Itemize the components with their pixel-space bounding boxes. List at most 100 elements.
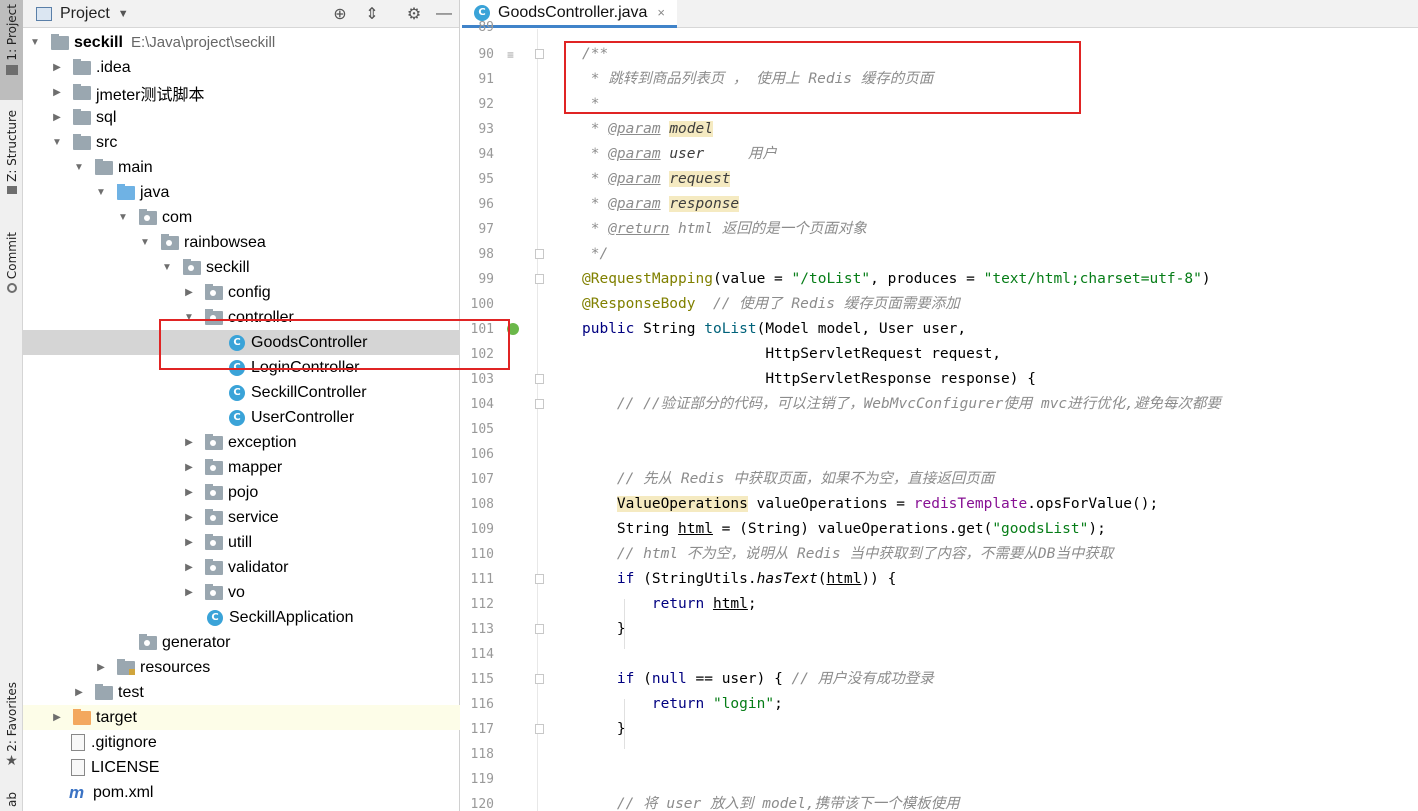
tree-node-com[interactable]: ▼ com (23, 205, 460, 230)
tree-node-exception[interactable]: ▶ exception (23, 430, 460, 455)
expanded-arrow-icon[interactable]: ▼ (161, 262, 173, 273)
fold-marker-icon[interactable] (535, 399, 544, 409)
file-icon (71, 734, 85, 751)
tree-node-label: controller (228, 308, 294, 326)
collapsed-arrow-icon[interactable]: ▶ (73, 687, 85, 698)
package-icon (205, 308, 223, 325)
code-line: // 将 user 放入到 model,携带该下一个模板使用 (582, 796, 960, 811)
tree-node-label: UserController (251, 408, 355, 426)
fold-marker-icon[interactable] (535, 249, 544, 259)
fold-marker-icon[interactable] (535, 574, 544, 584)
tree-node-idea[interactable]: ▶ .idea (23, 55, 460, 80)
collapsed-arrow-icon[interactable]: ▶ (183, 512, 195, 523)
documentation-icon[interactable]: ≡ (507, 49, 519, 61)
fold-marker-icon[interactable] (535, 624, 544, 634)
tree-node-license[interactable]: LICENSE (23, 755, 460, 780)
locate-icon[interactable]: ⊕ (330, 4, 350, 24)
tree-node-pom[interactable]: m pom.xml (23, 780, 460, 805)
tree-node-mapper[interactable]: ▶ mapper (23, 455, 460, 480)
tree-node-seckill-pkg[interactable]: ▼ seckill (23, 255, 460, 280)
expanded-arrow-icon[interactable]: ▼ (73, 162, 85, 173)
collapsed-arrow-icon[interactable]: ▶ (183, 287, 195, 298)
line-gutter: 89 90 91 92 93 94 95 96 97 98 99 100 101… (462, 20, 544, 811)
collapsed-arrow-icon[interactable]: ▶ (51, 87, 63, 98)
tree-node-service[interactable]: ▶ service (23, 505, 460, 530)
folder-icon (73, 133, 91, 150)
collapsed-arrow-icon[interactable]: ▶ (183, 487, 195, 498)
expanded-arrow-icon[interactable]: ▼ (139, 237, 151, 248)
fold-marker-icon[interactable] (535, 274, 544, 284)
chevron-down-icon[interactable]: ▼ (118, 8, 129, 20)
expanded-arrow-icon[interactable]: ▼ (183, 312, 195, 323)
tree-node-rainbowsea[interactable]: ▼ rainbowsea (23, 230, 460, 255)
folder-icon (73, 58, 91, 75)
expanded-arrow-icon[interactable]: ▼ (29, 37, 41, 48)
tree-node-sql[interactable]: ▶ sql (23, 105, 460, 130)
expanded-arrow-icon[interactable]: ▼ (51, 137, 63, 148)
tree-node-label: service (228, 508, 279, 526)
fold-marker-icon[interactable] (535, 724, 544, 734)
line-number: 109 (470, 522, 494, 537)
collapsed-arrow-icon[interactable]: ▶ (51, 712, 63, 723)
collapsed-arrow-icon[interactable]: ▶ (95, 662, 107, 673)
tree-node-target[interactable]: ▶ target (23, 705, 460, 730)
tree-node-resources[interactable]: ▶ resources (23, 655, 460, 680)
tree-node-user-controller[interactable]: C UserController (23, 405, 460, 430)
tree-node-pojo[interactable]: ▶ pojo (23, 480, 460, 505)
fold-marker-icon[interactable] (535, 674, 544, 684)
tab-goods-controller[interactable]: C GoodsController.java × (462, 0, 678, 28)
collapsed-arrow-icon[interactable]: ▶ (183, 562, 195, 573)
project-panel-title[interactable]: Project (60, 5, 110, 23)
tree-node-login-controller[interactable]: C LoginController (23, 355, 460, 380)
tree-node-label: test (118, 683, 144, 701)
tree-node-seckill-root[interactable]: ▼ seckill E:\Java\project\seckill (23, 30, 460, 55)
package-icon (205, 283, 223, 300)
tree-node-main[interactable]: ▼ main (23, 155, 460, 180)
fold-marker-icon[interactable] (535, 374, 544, 384)
folder-icon (73, 83, 91, 100)
collapsed-arrow-icon[interactable]: ▶ (51, 62, 63, 73)
gear-icon[interactable]: ⚙ (404, 4, 424, 24)
collapsed-arrow-icon[interactable]: ▶ (183, 537, 195, 548)
tree-node-test[interactable]: ▶ test (23, 680, 460, 705)
tree-node-utill[interactable]: ▶ utill (23, 530, 460, 555)
collapsed-arrow-icon[interactable]: ▶ (183, 462, 195, 473)
code-line: // //验证部分的代码，可以注销了，WebMvcConfigurer使用 mv… (582, 396, 1221, 412)
web-tool-tab[interactable]: ab (0, 792, 23, 811)
favorites-tool-tab[interactable]: 2: Favorites ★ (0, 682, 23, 778)
collapsed-arrow-icon[interactable]: ▶ (183, 587, 195, 598)
tree-node-label: java (140, 183, 170, 201)
tree-node-label: seckill (206, 258, 250, 276)
collapsed-arrow-icon[interactable]: ▶ (183, 437, 195, 448)
tree-node-controller[interactable]: ▼ controller (23, 305, 460, 330)
tree-node-gitignore[interactable]: .gitignore (23, 730, 460, 755)
expanded-arrow-icon[interactable]: ▼ (117, 212, 129, 223)
collapse-all-icon[interactable]: ⇕ (362, 4, 382, 24)
tree-node-goods-controller[interactable]: C GoodsController (23, 330, 460, 355)
tree-node-label: vo (228, 583, 245, 601)
spring-mapping-icon[interactable] (507, 323, 519, 335)
tree-node-validator[interactable]: ▶ validator (23, 555, 460, 580)
hide-panel-icon[interactable]: — (434, 4, 454, 24)
project-tool-tab[interactable]: 1: Project (0, 0, 23, 100)
tree-node-vo[interactable]: ▶ vo (23, 580, 460, 605)
fold-marker-icon[interactable] (535, 49, 544, 59)
tree-node-seckill-application[interactable]: C SeckillApplication (23, 605, 460, 630)
editor-tab-bar: C GoodsController.java × (462, 0, 1418, 28)
tree-node-generator[interactable]: generator (23, 630, 460, 655)
tree-node-jmeter[interactable]: ▶ jmeter测试脚本 (23, 80, 460, 105)
expanded-arrow-icon[interactable]: ▼ (95, 187, 107, 198)
tree-node-config[interactable]: ▶ config (23, 280, 460, 305)
line-number: 94 (478, 147, 494, 162)
line-number: 111 (470, 572, 494, 587)
commit-tool-tab[interactable]: Commit (0, 232, 23, 307)
close-icon[interactable]: × (657, 5, 665, 20)
collapsed-arrow-icon[interactable]: ▶ (51, 112, 63, 123)
package-icon (183, 258, 201, 275)
tree-node-java[interactable]: ▼ java (23, 180, 460, 205)
code-line: /** (582, 46, 609, 62)
tree-node-seckill-controller[interactable]: C SeckillController (23, 380, 460, 405)
tree-node-src[interactable]: ▼ src (23, 130, 460, 155)
line-number: 103 (470, 372, 494, 387)
structure-tool-tab[interactable]: Z: Structure (0, 110, 23, 210)
